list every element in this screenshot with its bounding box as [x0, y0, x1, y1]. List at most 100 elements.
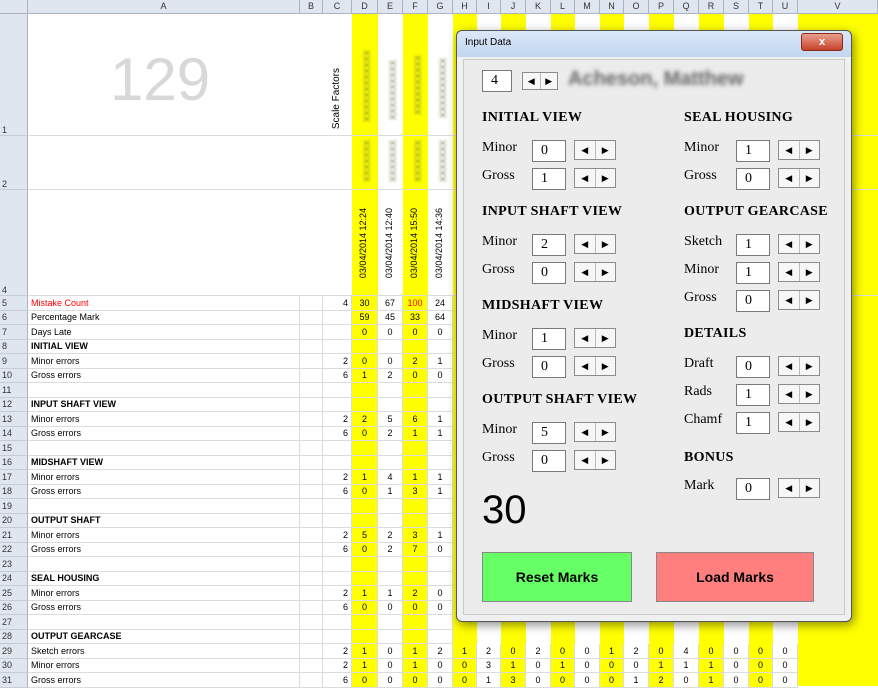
score-cell[interactable]: [378, 615, 403, 630]
reset-marks-button[interactable]: Reset Marks: [482, 552, 632, 602]
scale-factor-cell[interactable]: [323, 339, 352, 354]
decrement-icon[interactable]: ◀: [779, 169, 800, 187]
score-cell[interactable]: 0: [352, 426, 378, 441]
scale-factor-cell[interactable]: 6: [323, 426, 352, 441]
row-label[interactable]: Mistake Count: [28, 296, 300, 311]
input-shaft-minor-spinner[interactable]: ◀ ▶: [574, 234, 616, 254]
seal-gross-field[interactable]: 0: [736, 168, 770, 190]
score-cell[interactable]: 4: [378, 470, 403, 485]
score-cell[interactable]: 2: [649, 673, 674, 688]
row-label[interactable]: [28, 615, 300, 630]
cell[interactable]: [300, 455, 323, 470]
score-cell[interactable]: 1: [699, 658, 724, 673]
score-cell[interactable]: 1: [352, 368, 378, 383]
scale-factor-cell[interactable]: 4: [323, 296, 352, 311]
row-header[interactable]: 12: [0, 397, 28, 412]
score-cell[interactable]: 0: [674, 673, 699, 688]
score-cell[interactable]: [428, 629, 453, 644]
cell[interactable]: [300, 296, 323, 311]
decrement-icon[interactable]: ◀: [575, 329, 596, 347]
score-cell[interactable]: 0: [526, 673, 551, 688]
chamf-field[interactable]: 1: [736, 412, 770, 434]
score-cell[interactable]: [378, 557, 403, 572]
score-cell[interactable]: [403, 339, 428, 354]
score-cell[interactable]: 1: [428, 426, 453, 441]
score-cell[interactable]: [403, 571, 428, 586]
cell[interactable]: [300, 557, 323, 572]
scale-factor-cell[interactable]: 2: [323, 644, 352, 659]
cell[interactable]: [300, 658, 323, 673]
cell[interactable]: [300, 542, 323, 557]
row-label[interactable]: INPUT SHAFT VIEW: [28, 397, 300, 412]
score-cell[interactable]: 0: [352, 673, 378, 688]
decrement-icon[interactable]: ◀: [575, 141, 596, 159]
score-cell[interactable]: 0: [352, 600, 378, 615]
score-cell[interactable]: 0: [773, 658, 798, 673]
scale-factor-cell[interactable]: [323, 455, 352, 470]
column-header[interactable]: A: [28, 0, 300, 14]
gearcase-minor-field[interactable]: 1: [736, 262, 770, 284]
bonus-mark-field[interactable]: 0: [736, 478, 770, 500]
scale-factor-cell[interactable]: [323, 325, 352, 340]
row-label[interactable]: INITIAL VIEW: [28, 339, 300, 354]
score-cell[interactable]: 0: [575, 644, 600, 659]
score-cell[interactable]: 59: [352, 310, 378, 325]
score-cell[interactable]: 1: [403, 644, 428, 659]
scale-factor-cell[interactable]: [323, 513, 352, 528]
row-header[interactable]: 13: [0, 412, 28, 427]
score-cell[interactable]: [352, 455, 378, 470]
row-header[interactable]: 1: [0, 14, 28, 136]
score-cell[interactable]: [403, 513, 428, 528]
score-cell[interactable]: 0: [428, 600, 453, 615]
row-header[interactable]: 25: [0, 586, 28, 601]
score-cell[interactable]: 100: [403, 296, 428, 311]
score-cell[interactable]: 30: [352, 296, 378, 311]
output-shaft-gross-field[interactable]: 0: [532, 450, 566, 472]
initial-minor-field[interactable]: 0: [532, 140, 566, 162]
increment-icon[interactable]: ▶: [596, 451, 616, 469]
row-label[interactable]: Gross errors: [28, 426, 300, 441]
select-all-corner[interactable]: [0, 0, 28, 14]
score-cell[interactable]: 1: [624, 673, 649, 688]
row-label[interactable]: Minor errors: [28, 412, 300, 427]
cell[interactable]: [300, 368, 323, 383]
row-label[interactable]: Minor errors: [28, 586, 300, 601]
row-label[interactable]: Gross errors: [28, 542, 300, 557]
input-shaft-minor-field[interactable]: 2: [532, 234, 566, 256]
column-header[interactable]: E: [378, 0, 403, 14]
row-header[interactable]: 6: [0, 310, 28, 325]
increment-icon[interactable]: ▶: [596, 235, 616, 253]
row-header[interactable]: 8: [0, 339, 28, 354]
draft-spinner[interactable]: ◀ ▶: [778, 356, 820, 376]
cell[interactable]: [300, 412, 323, 427]
column-header[interactable]: U: [773, 0, 798, 14]
score-cell[interactable]: 0: [773, 644, 798, 659]
score-cell[interactable]: 45: [378, 310, 403, 325]
gearcase-minor-spinner[interactable]: ◀ ▶: [778, 262, 820, 282]
score-cell[interactable]: 0: [600, 658, 624, 673]
row-label[interactable]: Percentage Mark: [28, 310, 300, 325]
bonus-mark-spinner[interactable]: ◀ ▶: [778, 478, 820, 498]
row-header[interactable]: 28: [0, 629, 28, 644]
score-cell[interactable]: 0: [749, 658, 773, 673]
score-cell[interactable]: [352, 441, 378, 456]
score-cell[interactable]: 7: [403, 542, 428, 557]
score-cell[interactable]: 2: [352, 412, 378, 427]
close-button[interactable]: x: [801, 33, 843, 51]
score-cell[interactable]: 0: [428, 586, 453, 601]
column-header[interactable]: J: [501, 0, 526, 14]
increment-icon[interactable]: ▶: [596, 263, 616, 281]
score-cell[interactable]: 0: [378, 673, 403, 688]
score-cell[interactable]: 1: [352, 586, 378, 601]
midshaft-gross-spinner[interactable]: ◀ ▶: [574, 356, 616, 376]
score-cell[interactable]: 0: [403, 673, 428, 688]
scale-factor-cell[interactable]: 6: [323, 600, 352, 615]
score-cell[interactable]: 33: [403, 310, 428, 325]
score-cell[interactable]: 0: [378, 644, 403, 659]
score-cell[interactable]: 0: [649, 644, 674, 659]
score-cell[interactable]: [403, 455, 428, 470]
score-cell[interactable]: [428, 339, 453, 354]
score-cell[interactable]: 0: [428, 542, 453, 557]
score-cell[interactable]: [378, 455, 403, 470]
score-cell[interactable]: 4: [674, 644, 699, 659]
